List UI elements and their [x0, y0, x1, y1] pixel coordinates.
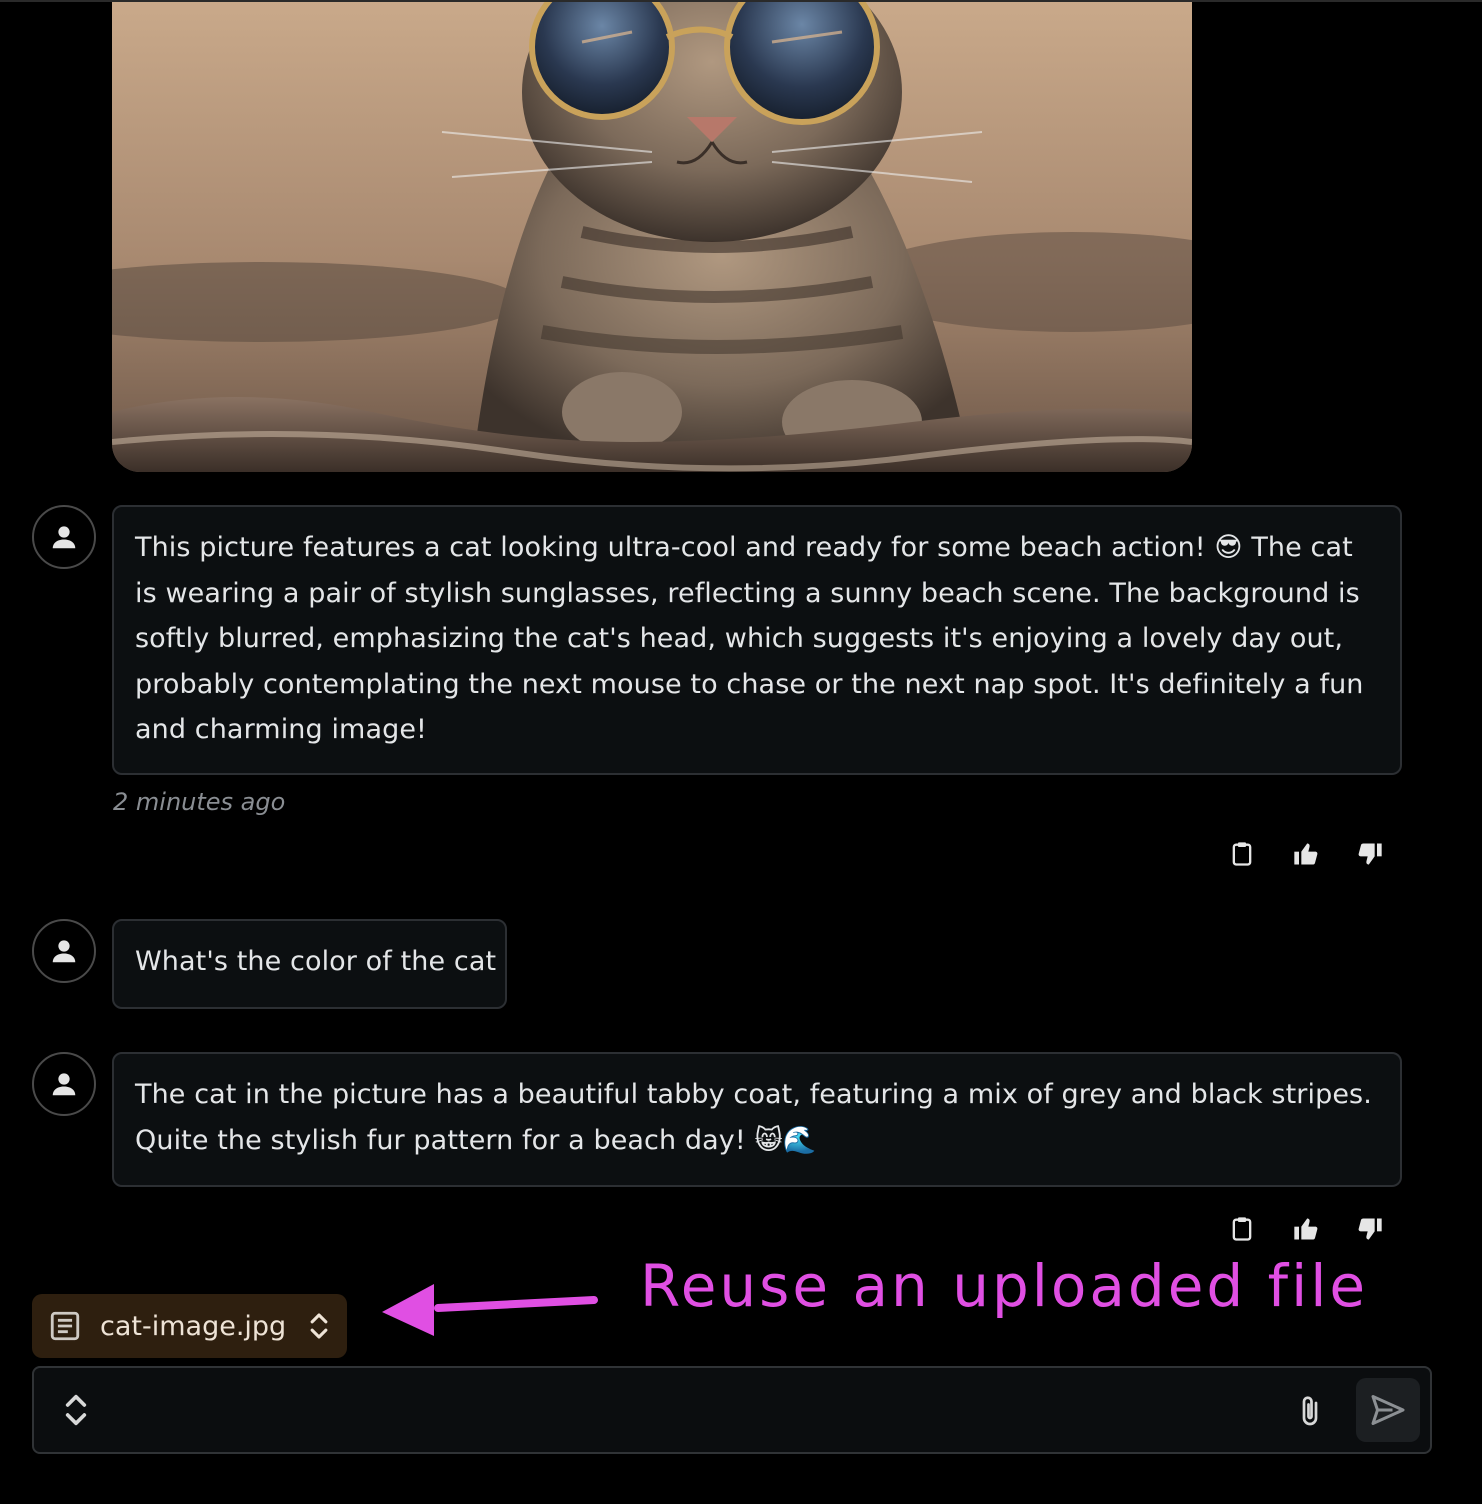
- message-actions: [1228, 840, 1384, 868]
- assistant-message: The cat in the picture has a beautiful t…: [112, 1052, 1402, 1187]
- avatar: [32, 1052, 96, 1116]
- chevron-up-down-icon[interactable]: [308, 1309, 330, 1343]
- uploaded-file-selector[interactable]: cat-image.jpg: [32, 1294, 347, 1358]
- clipboard-icon: [1232, 842, 1252, 866]
- clipboard-icon: [1232, 1217, 1252, 1241]
- like-button[interactable]: [1292, 840, 1320, 868]
- user-icon: [52, 526, 76, 549]
- thumbs-down-icon: [1358, 1218, 1382, 1240]
- message-text: This picture features a cat looking ultr…: [135, 532, 1364, 745]
- chat-page: This picture features a cat looking ultr…: [0, 0, 1482, 1504]
- user-icon: [52, 1073, 76, 1096]
- copy-button[interactable]: [1228, 1215, 1256, 1243]
- send-icon: [1371, 1395, 1405, 1425]
- message-text: What's the color of the cat: [135, 946, 497, 977]
- file-name: cat-image.jpg: [100, 1310, 287, 1342]
- annotation-label: Reuse an uploaded file: [640, 1252, 1369, 1320]
- avatar: [32, 505, 96, 569]
- annotation-arrow: [382, 1284, 598, 1336]
- like-button[interactable]: [1292, 1215, 1320, 1243]
- dislike-button[interactable]: [1356, 1215, 1384, 1243]
- message-input[interactable]: [114, 1384, 1294, 1436]
- message-text: The cat in the picture has a beautiful t…: [135, 1079, 1372, 1156]
- user-message: What's the color of the cat: [112, 919, 507, 1009]
- message-composer: [32, 1366, 1432, 1454]
- user-icon: [52, 940, 76, 963]
- thumbs-up-icon: [1294, 843, 1318, 865]
- assistant-message: This picture features a cat looking ultr…: [112, 505, 1402, 775]
- avatar: [32, 919, 96, 983]
- dislike-button[interactable]: [1356, 840, 1384, 868]
- send-button[interactable]: [1356, 1378, 1420, 1442]
- message-actions: [1228, 1215, 1384, 1243]
- chevron-up-down-icon[interactable]: [62, 1390, 90, 1430]
- paperclip-icon[interactable]: [1292, 1392, 1328, 1432]
- thumbs-down-icon: [1358, 843, 1382, 865]
- thumbs-up-icon: [1294, 1218, 1318, 1240]
- copy-button[interactable]: [1228, 840, 1256, 868]
- document-icon: [50, 1311, 80, 1341]
- message-timestamp: 2 minutes ago: [113, 788, 286, 816]
- uploaded-cat-image[interactable]: [112, 2, 1192, 472]
